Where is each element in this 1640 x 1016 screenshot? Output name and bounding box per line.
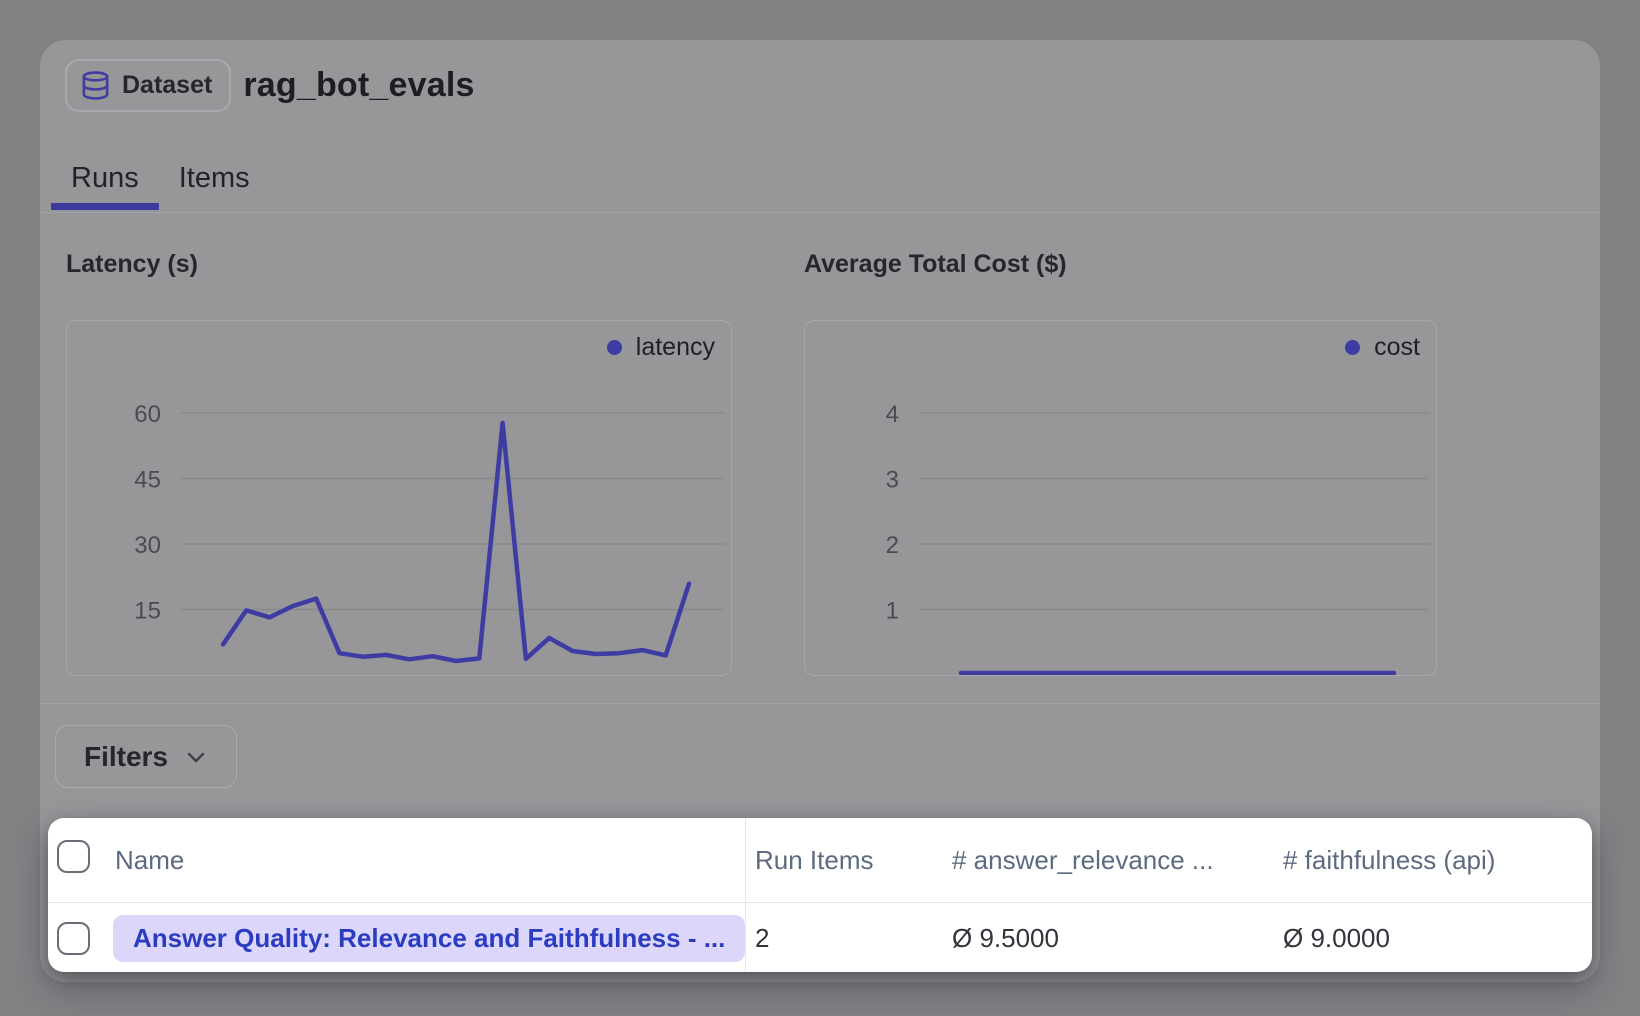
dataset-badge-label: Dataset	[122, 71, 212, 100]
row-checkbox[interactable]	[57, 922, 90, 955]
table-header-row: Name Run Items # answer_relevance ... # …	[48, 818, 1592, 903]
tab-runs[interactable]: Runs	[51, 148, 159, 209]
cost-chart: 1 2 3 4 cost	[804, 320, 1437, 676]
latency-chart-title: Latency (s)	[66, 250, 198, 279]
legend-label: latency	[636, 333, 715, 362]
svg-text:30: 30	[134, 532, 161, 559]
svg-text:4: 4	[886, 401, 899, 428]
database-icon	[80, 70, 111, 101]
column-header-answer-relevance: # answer_relevance ...	[952, 818, 1214, 903]
legend-label: cost	[1374, 333, 1420, 362]
runs-table: Name Run Items # answer_relevance ... # …	[48, 818, 1592, 972]
dataset-badge: Dataset	[65, 59, 231, 112]
svg-text:2: 2	[886, 532, 899, 559]
section-divider	[40, 703, 1600, 704]
run-items-value: 2	[755, 904, 769, 972]
run-name-link[interactable]: Answer Quality: Relevance and Faithfulne…	[113, 915, 745, 962]
select-all-checkbox[interactable]	[57, 840, 90, 873]
column-header-faithfulness: # faithfulness (api)	[1283, 818, 1495, 903]
latency-chart-legend[interactable]: latency	[607, 333, 715, 362]
answer-relevance-value: Ø 9.5000	[952, 904, 1059, 972]
svg-text:1: 1	[886, 598, 899, 625]
tab-bar: Runs Items	[51, 148, 270, 209]
svg-text:60: 60	[134, 401, 161, 428]
filters-button-label: Filters	[84, 741, 168, 773]
dataset-detail-card: Dataset rag_bot_evals Runs Items Latency…	[40, 40, 1600, 982]
legend-dot-icon	[1345, 340, 1360, 355]
tab-items[interactable]: Items	[159, 148, 270, 209]
latency-chart: 15 30 45 60 latency	[66, 320, 732, 676]
page-title: rag_bot_evals	[243, 66, 474, 105]
chevron-down-icon	[184, 746, 208, 770]
legend-dot-icon	[607, 340, 622, 355]
faithfulness-value: Ø 9.0000	[1283, 904, 1390, 972]
cost-chart-legend[interactable]: cost	[1345, 333, 1420, 362]
svg-text:45: 45	[134, 467, 161, 494]
page-header: Dataset rag_bot_evals	[65, 59, 475, 112]
tabbar-divider	[40, 212, 1600, 213]
cost-chart-title: Average Total Cost ($)	[804, 250, 1067, 279]
column-header-run-items: Run Items	[755, 818, 874, 903]
svg-text:15: 15	[134, 598, 161, 625]
column-header-name: Name	[115, 818, 184, 903]
filters-button[interactable]: Filters	[55, 725, 237, 788]
svg-text:3: 3	[886, 467, 899, 494]
table-row[interactable]: Answer Quality: Relevance and Faithfulne…	[48, 904, 1592, 972]
